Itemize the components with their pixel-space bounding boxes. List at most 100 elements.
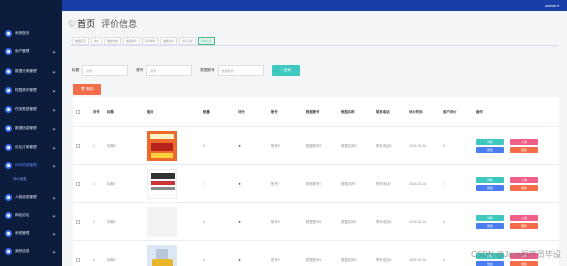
tag-item[interactable]: 用户: [90, 37, 103, 45]
cell-title: 标题7: [107, 182, 116, 186]
column-header: 序号: [93, 110, 100, 114]
add-to-cart-button[interactable]: 入购: [510, 138, 538, 145]
chevron-down-icon: [52, 196, 56, 199]
cell-count: 6: [203, 219, 205, 224]
cell-rating: ★: [238, 143, 242, 148]
cell-data-name: 数据名称8: [341, 144, 357, 148]
cell-index: 1: [93, 143, 95, 148]
cell-count: 8: [203, 143, 205, 148]
data-icon: [5, 125, 12, 132]
delete-button-label: 删除: [86, 87, 94, 91]
tag-item[interactable]: 论坛订单: [179, 37, 196, 45]
select-all-checkbox-cell[interactable]: [73, 109, 90, 114]
sidebar-item-label: 网站论坛: [15, 213, 30, 217]
sidebar-item[interactable]: 系统首页: [5, 28, 57, 39]
cell-title: 标题8: [107, 144, 116, 148]
row-checkbox[interactable]: [76, 257, 80, 262]
image-cell: [144, 130, 200, 161]
delete-button[interactable]: 🗑 删除: [73, 84, 101, 95]
user-menu[interactable]: admin: [545, 3, 559, 8]
row-checkbox-cell: [73, 181, 90, 186]
cell-time: 2024-03-30: [409, 143, 427, 148]
submenu-item-reviews[interactable]: 评价信息: [13, 176, 27, 181]
row-checkbox[interactable]: [76, 143, 80, 148]
cell-phone: 联系电话8: [376, 144, 392, 148]
tag-item[interactable]: 任务类型: [141, 37, 159, 45]
home-link[interactable]: 首页: [77, 17, 95, 30]
sidebar-item[interactable]: 数据分类管理: [5, 66, 57, 77]
add-to-cart-button[interactable]: 入购: [510, 214, 538, 221]
row-delete-button[interactable]: 删除: [510, 260, 538, 266]
chevron-down-icon: [52, 50, 56, 53]
detail-button[interactable]: 详情: [476, 138, 504, 145]
tag-item[interactable]: 数据信息: [160, 37, 178, 45]
edit-button[interactable]: 修改: [476, 146, 504, 153]
sidebar-item-label: 评价信息管理: [15, 163, 37, 167]
cell-phone: 联系电话5: [376, 258, 392, 262]
forum-icon: [5, 212, 12, 219]
cell-index: 3: [93, 219, 95, 224]
edit-button[interactable]: 修改: [476, 222, 504, 229]
sidebar-item-label: 数据信息管理: [15, 126, 37, 130]
edit-button[interactable]: 修改: [476, 184, 504, 191]
column-header: 数据账号: [306, 110, 320, 114]
chevron-down-icon: [52, 164, 56, 167]
tag-item[interactable]: 数据分类: [104, 37, 121, 45]
detail-button[interactable]: 详情: [476, 214, 504, 221]
sidebar-item[interactable]: 校园资讯管理: [5, 85, 57, 96]
actions-row: 修改 删除: [476, 184, 559, 191]
row-checkbox[interactable]: [76, 219, 80, 224]
divider: [70, 45, 559, 46]
sidebar-item[interactable]: 人脸信息管理: [5, 192, 57, 203]
sidebar-item-label: 用户管理: [15, 49, 30, 53]
column-header: 联系电话: [376, 110, 390, 114]
table-row: 1 标题8 8 ★ 账号8 数据账号8 数据名称8 联系电话8 2024-03-30 8 详情 入购修…: [73, 127, 559, 165]
home-icon: [5, 30, 12, 37]
select-all-checkbox[interactable]: [76, 109, 80, 114]
data-account-input[interactable]: 数据账号: [217, 65, 264, 76]
sidebar-item[interactable]: 我的信息: [5, 246, 57, 257]
account-input[interactable]: 账号: [146, 65, 193, 76]
column-header: 数量: [203, 110, 210, 114]
cell-phone: 联系电话7: [376, 182, 392, 186]
cell-index: 2: [93, 181, 95, 186]
sidebar-item[interactable]: 数据信息管理: [5, 123, 57, 134]
title-input[interactable]: 标题: [82, 65, 129, 76]
sidebar-item-label: 人脸信息管理: [15, 195, 37, 199]
search-button[interactable]: ⌕ 查询: [271, 65, 300, 76]
cell-index: 4: [93, 257, 95, 262]
page-header: ♡ 首页 评价信息: [68, 17, 137, 30]
review-image[interactable]: [147, 130, 177, 161]
review-image[interactable]: [147, 168, 177, 199]
detail-button[interactable]: 详情: [476, 176, 504, 183]
sidebar-item[interactable]: 网站论坛: [5, 210, 57, 221]
review-image[interactable]: [147, 206, 177, 237]
row-delete-button[interactable]: 删除: [510, 184, 538, 191]
cell-data-account: 数据账号6: [306, 220, 322, 224]
cell-data-account: 数据账号5: [306, 258, 322, 262]
add-to-cart-button[interactable]: 入购: [510, 176, 538, 183]
chevron-down-icon: [52, 127, 56, 130]
tag-item[interactable]: 评价信息: [197, 37, 215, 45]
row-actions: 详情 入购 修改 删除: [476, 176, 559, 191]
row-checkbox[interactable]: [76, 181, 80, 186]
page-title: 评价信息: [101, 19, 138, 29]
cell-user-review: 8: [443, 143, 445, 148]
cell-data-name: 数据名称5: [341, 258, 357, 262]
tag-item[interactable]: 校园资讯: [122, 37, 140, 45]
table-row: 3 标题6 6 ★ 账号6 数据账号6 数据名称6 联系电话6 2024-03-30 6 详情 入购修…: [73, 203, 559, 241]
review-image[interactable]: [147, 244, 177, 266]
edit-button[interactable]: 修改: [476, 260, 504, 266]
sidebar-item[interactable]: 论坛订单管理: [5, 142, 57, 153]
sidebar-item-label: 数据分类管理: [15, 69, 37, 73]
sidebar-item[interactable]: 系统管理: [5, 228, 57, 239]
cell-rating: ★: [238, 181, 242, 186]
sidebar-item[interactable]: 评价信息管理: [5, 160, 57, 171]
tag-item[interactable]: 数据首页: [72, 37, 89, 45]
sidebar-item[interactable]: 任务类型管理: [5, 104, 57, 115]
actions-row: 修改 删除: [476, 222, 559, 229]
row-delete-button[interactable]: 删除: [510, 222, 538, 229]
title-label: 标题: [72, 68, 80, 72]
sidebar-item[interactable]: 用户管理: [5, 46, 57, 57]
row-delete-button[interactable]: 删除: [510, 146, 538, 153]
